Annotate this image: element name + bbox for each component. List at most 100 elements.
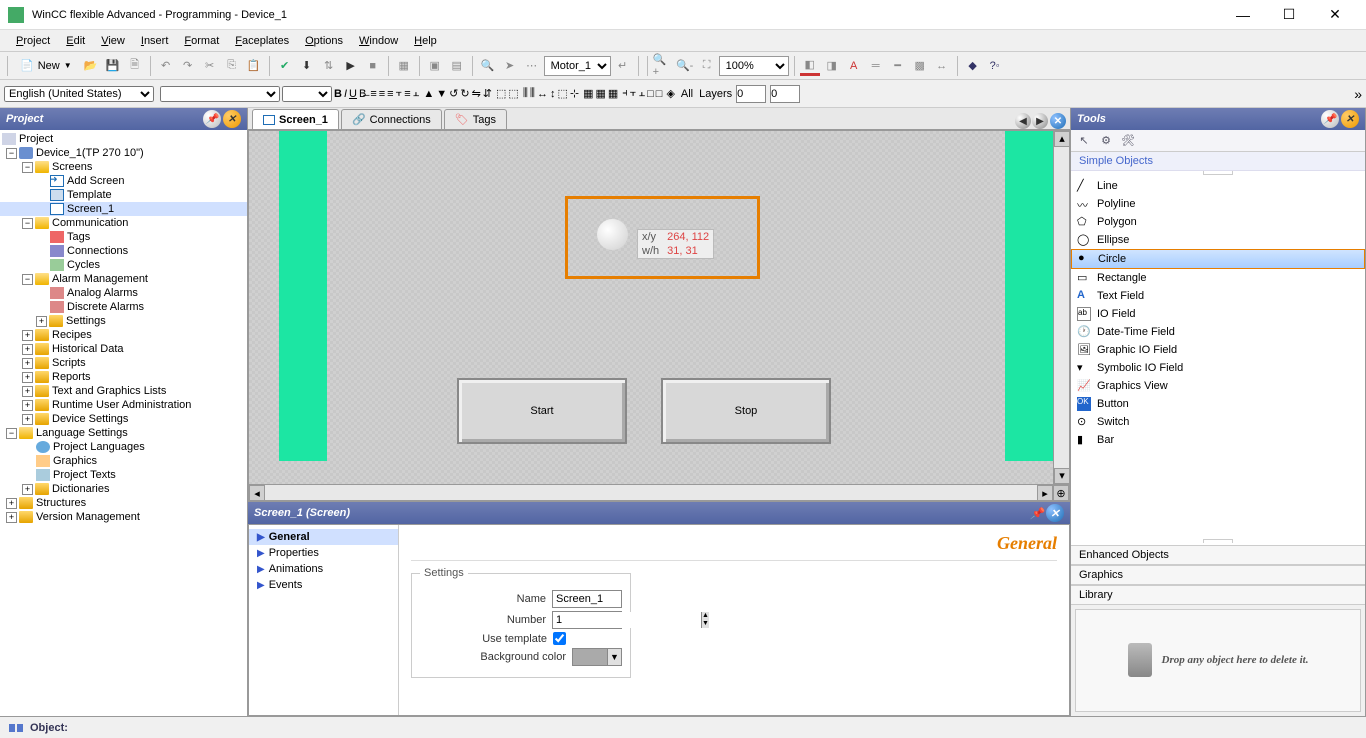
strike-icon[interactable]: B̶ bbox=[359, 88, 366, 100]
transfer-icon[interactable]: ⇅ bbox=[319, 56, 339, 76]
section-library[interactable]: Library bbox=[1071, 585, 1365, 605]
prop-name-input[interactable] bbox=[552, 590, 622, 608]
props-nav-animations[interactable]: ▶Animations bbox=[249, 561, 398, 577]
obj-align5-icon[interactable]: □ bbox=[656, 88, 663, 100]
font-combo[interactable] bbox=[160, 86, 280, 102]
new-button[interactable]: 📄New▼ bbox=[13, 55, 79, 77]
close-button[interactable]: ✕ bbox=[1312, 0, 1358, 30]
wrench-icon[interactable]: 🛠 bbox=[1119, 132, 1137, 150]
tool-rectangle[interactable]: ▭Rectangle bbox=[1071, 269, 1365, 287]
obj-align3-icon[interactable]: ⫠ bbox=[638, 87, 645, 100]
tab-close-icon[interactable]: ✕ bbox=[1050, 113, 1066, 129]
undo-icon[interactable]: ↶ bbox=[156, 56, 176, 76]
vertical-scrollbar[interactable]: ▴ ▾ bbox=[1053, 131, 1069, 484]
menu-view[interactable]: View bbox=[93, 35, 133, 47]
menu-faceplates[interactable]: Faceplates bbox=[227, 35, 297, 47]
zoom-out-icon[interactable]: 🔍- bbox=[675, 56, 695, 76]
project-tree[interactable]: Project −Device_1(TP 270 10") −Screens A… bbox=[0, 130, 247, 716]
menu-help[interactable]: Help bbox=[406, 35, 445, 47]
tool-graphic-io[interactable]: 🖼Graphic IO Field bbox=[1071, 341, 1365, 359]
same-height-icon[interactable]: ↕ bbox=[550, 88, 556, 100]
tab-prev-icon[interactable]: ◀ bbox=[1015, 113, 1031, 129]
design-canvas[interactable]: x/y264, 112 w/h31, 31 Start Stop bbox=[249, 131, 1053, 484]
section-graphics[interactable]: Graphics bbox=[1071, 565, 1365, 585]
obj-align2-icon[interactable]: ⫟ bbox=[630, 87, 637, 100]
horizontal-scrollbar[interactable]: ◂▸ ⊕ bbox=[249, 484, 1069, 500]
ungroup-icon[interactable]: ⬚ bbox=[508, 87, 518, 100]
cut-icon[interactable]: ✂ bbox=[200, 56, 220, 76]
bold-icon[interactable]: B bbox=[334, 88, 342, 100]
overflow-icon[interactable]: » bbox=[1354, 86, 1362, 102]
align-center-icon[interactable]: ≡ bbox=[379, 88, 385, 100]
zoom-fit-icon[interactable]: ⛶ bbox=[697, 56, 717, 76]
goto-icon[interactable]: ➤ bbox=[500, 56, 520, 76]
underline-icon[interactable]: U bbox=[349, 88, 357, 100]
prop-number-input[interactable]: ▲▼ bbox=[552, 611, 622, 629]
rotate-right-icon[interactable]: ↻ bbox=[460, 87, 469, 100]
menu-format[interactable]: Format bbox=[176, 35, 227, 47]
line-style-icon[interactable]: ═ bbox=[866, 56, 886, 76]
check-icon[interactable]: ✔ bbox=[275, 56, 295, 76]
size-combo[interactable] bbox=[282, 86, 332, 102]
rotate-left-icon[interactable]: ↺ bbox=[449, 87, 458, 100]
bring-front-icon[interactable]: ▲ bbox=[423, 88, 434, 100]
tool-line[interactable]: ╱Line bbox=[1071, 177, 1365, 195]
language-combo[interactable]: English (United States) bbox=[4, 86, 154, 102]
save-all-icon[interactable]: 🗎 bbox=[125, 56, 145, 76]
combo-go-icon[interactable]: ↵ bbox=[613, 56, 633, 76]
layer-to-input[interactable] bbox=[770, 85, 800, 103]
props-pin-icon[interactable]: 📌 bbox=[1030, 507, 1044, 520]
tool-button[interactable]: OKButton bbox=[1071, 395, 1365, 413]
circle-shape[interactable] bbox=[597, 219, 628, 250]
same-size-icon[interactable]: ⬚ bbox=[557, 87, 567, 100]
panel-close-icon[interactable]: ✕ bbox=[223, 110, 241, 128]
tool-graphics-view[interactable]: 📈Graphics View bbox=[1071, 377, 1365, 395]
tool-polyline[interactable]: 〰Polyline bbox=[1071, 195, 1365, 213]
align-bottom-icon[interactable]: ⫠ bbox=[413, 87, 420, 100]
redo-icon[interactable]: ↷ bbox=[178, 56, 198, 76]
delete-dropzone[interactable]: Drop any object here to delete it. bbox=[1075, 609, 1361, 713]
tool-bar[interactable]: ▮Bar bbox=[1071, 431, 1365, 449]
stop-sim-icon[interactable]: ■ bbox=[363, 56, 383, 76]
maximize-button[interactable]: ☐ bbox=[1266, 0, 1312, 30]
tab-next-icon[interactable]: ▶ bbox=[1032, 113, 1048, 129]
tab-screen1[interactable]: Screen_1 bbox=[252, 109, 339, 129]
tools-category[interactable]: Simple Objects bbox=[1071, 152, 1365, 171]
snap-icon[interactable]: ▦ bbox=[595, 87, 605, 100]
stamp-icon[interactable]: ⚙ bbox=[1097, 132, 1115, 150]
line-color-icon[interactable]: ◨ bbox=[822, 56, 842, 76]
pointer-icon[interactable]: ↖ bbox=[1075, 132, 1093, 150]
page-icon[interactable]: ▦ bbox=[394, 56, 414, 76]
open-icon[interactable]: 📂 bbox=[81, 56, 101, 76]
align-right-icon[interactable]: ≡ bbox=[387, 88, 393, 100]
align-middle-icon[interactable]: ≡ bbox=[404, 88, 410, 100]
props-nav-events[interactable]: ▶Events bbox=[249, 577, 398, 593]
menu-window[interactable]: Window bbox=[351, 35, 406, 47]
align-top-icon[interactable]: ⫟ bbox=[396, 87, 403, 100]
layer-from-input[interactable] bbox=[736, 85, 766, 103]
copy-icon[interactable]: ⎘ bbox=[222, 56, 242, 76]
group-icon[interactable]: ⬚ bbox=[496, 87, 506, 100]
prop-bgcolor-picker[interactable]: ▼ bbox=[572, 648, 622, 666]
tool-switch[interactable]: ⊙Switch bbox=[1071, 413, 1365, 431]
tool-textfield[interactable]: AText Field bbox=[1071, 287, 1365, 305]
zoom-combo[interactable]: 100% bbox=[719, 56, 789, 76]
pin-icon[interactable]: 📌 bbox=[203, 110, 221, 128]
save-icon[interactable]: 💾 bbox=[103, 56, 123, 76]
send-back-icon[interactable]: ▼ bbox=[436, 88, 447, 100]
ref-icon[interactable]: ⋯ bbox=[522, 56, 542, 76]
tools-close-icon[interactable]: ✕ bbox=[1341, 110, 1359, 128]
obj-align4-icon[interactable]: □ bbox=[647, 88, 654, 100]
props-close-icon[interactable]: ✕ bbox=[1046, 504, 1064, 522]
italic-icon[interactable]: I bbox=[344, 88, 347, 100]
compile-icon[interactable]: ⬇ bbox=[297, 56, 317, 76]
tool-polygon[interactable]: ⬠Polygon bbox=[1071, 213, 1365, 231]
section-enhanced[interactable]: Enhanced Objects bbox=[1071, 545, 1365, 565]
line-weight-icon[interactable]: ━ bbox=[888, 56, 908, 76]
tool-iofield[interactable]: abIO Field bbox=[1071, 305, 1365, 323]
tag-combo[interactable]: Motor_1 bbox=[544, 56, 611, 76]
fill-color-icon[interactable]: ◧ bbox=[800, 56, 820, 76]
flip-h-icon[interactable]: ⇋ bbox=[472, 87, 481, 100]
props-nav-properties[interactable]: ▶Properties bbox=[249, 545, 398, 561]
arrow-icon[interactable]: ↔ bbox=[932, 56, 952, 76]
